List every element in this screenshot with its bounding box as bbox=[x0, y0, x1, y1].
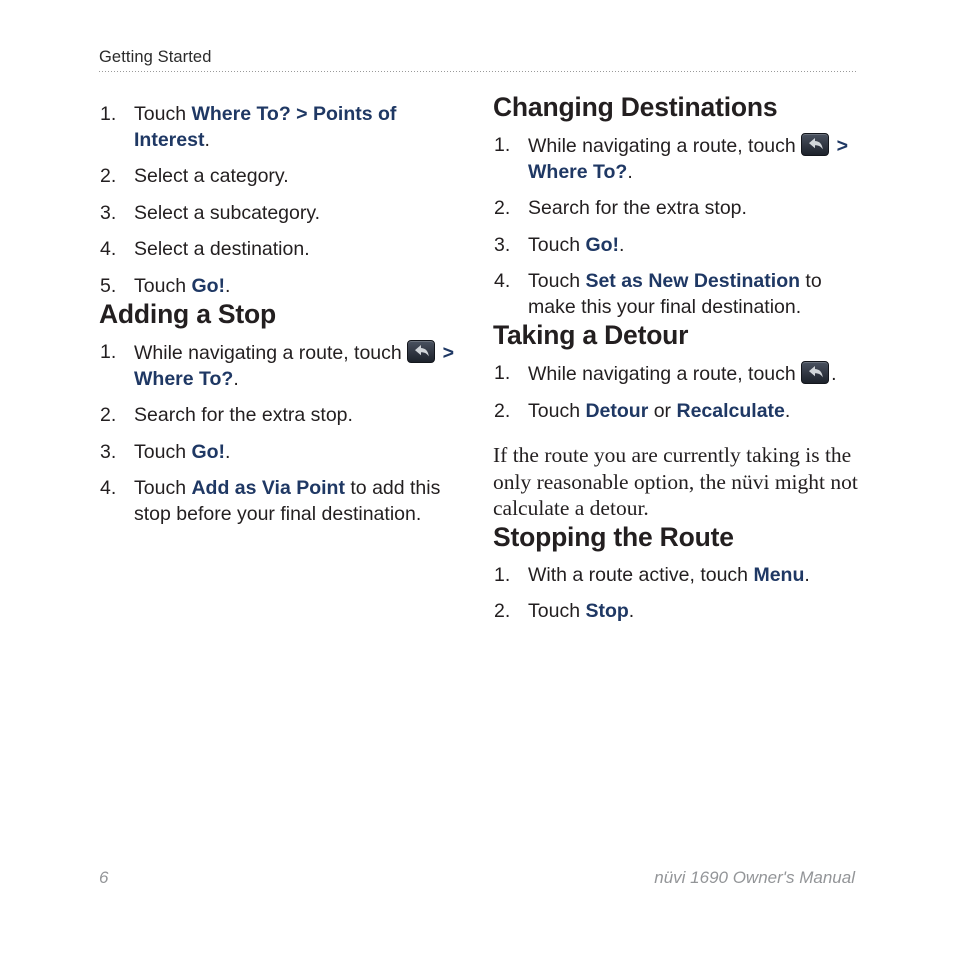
ui-label[interactable]: Where To? bbox=[528, 161, 627, 183]
step-text: Select a category. bbox=[134, 165, 289, 187]
list-item-number: 5. bbox=[100, 274, 117, 297]
ui-label[interactable]: Where To? bbox=[134, 368, 233, 390]
list-item-number: 1. bbox=[100, 341, 117, 363]
step-text: Search for the extra stop. bbox=[134, 404, 353, 426]
list-item: 4. Select a destination. bbox=[99, 237, 465, 263]
list-item-number: 3. bbox=[100, 440, 117, 463]
section-title-adding-a-stop: Adding a Stop bbox=[99, 299, 276, 329]
list-item-number: 2. bbox=[494, 197, 511, 219]
breadcrumb-separator: > bbox=[290, 103, 313, 125]
list-item: 2. Search for the extra stop. bbox=[99, 403, 465, 429]
step-text: Touch bbox=[528, 600, 586, 622]
ui-label[interactable]: Detour bbox=[585, 400, 648, 422]
step-text: . bbox=[225, 440, 231, 463]
step-text: While navigating a route, touch bbox=[528, 363, 802, 385]
back-arrow-icon bbox=[801, 133, 830, 156]
list-item: 1. While navigating a route, touch > Wher… bbox=[493, 133, 859, 185]
list-item-number: 3. bbox=[100, 201, 117, 224]
list-item: 3. Touch Go!. bbox=[99, 440, 465, 466]
step-text: . bbox=[204, 128, 210, 151]
left-column: 1. Touch Where To? > Points of Interest. 2… bbox=[99, 92, 465, 527]
taking-a-detour-steps-list: 1. While navigating a route, touch . 2. Tou… bbox=[493, 361, 859, 424]
step-text: . bbox=[628, 600, 635, 622]
list-item-number: 1. bbox=[494, 362, 511, 384]
ui-label[interactable]: Menu bbox=[753, 564, 804, 586]
back-arrow-icon bbox=[407, 340, 436, 363]
list-item-number: 2. bbox=[100, 404, 117, 426]
step-text: . bbox=[831, 363, 837, 385]
step-text: . bbox=[225, 274, 231, 297]
list-item: 4. Touch Add as Via Point to add this sto… bbox=[99, 476, 465, 527]
step-text: Touch bbox=[528, 233, 586, 256]
step-text: . bbox=[804, 563, 810, 586]
ui-label[interactable]: Stop bbox=[585, 600, 628, 622]
list-item-number: 3. bbox=[494, 233, 511, 256]
list-item-number: 2. bbox=[100, 165, 117, 187]
list-item: 1. While navigating a route, touch . bbox=[493, 361, 859, 388]
changing-destinations-steps-list: 1. While navigating a route, touch > Wher… bbox=[493, 133, 859, 320]
section-title-changing-destinations: Changing Destinations bbox=[493, 92, 778, 122]
breadcrumb-separator: > bbox=[831, 135, 848, 157]
list-item-number: 2. bbox=[494, 399, 511, 422]
step-text: or bbox=[648, 399, 677, 422]
step-text: Touch bbox=[134, 274, 192, 297]
running-header: Getting Started bbox=[99, 48, 212, 66]
detour-note-paragraph: If the route you are currently taking is… bbox=[493, 443, 858, 520]
step-text: . bbox=[627, 160, 633, 183]
manual-page: Getting Started 1. Touch Where To? > Poin… bbox=[0, 0, 954, 954]
list-item: 5. Touch Go!. bbox=[99, 274, 465, 300]
list-item: 4. Touch Set as New Destination to make t… bbox=[493, 269, 859, 320]
back-arrow-icon bbox=[801, 361, 830, 384]
header-divider bbox=[99, 71, 856, 72]
step-text: . bbox=[233, 367, 239, 390]
section-title-stopping-the-route: Stopping the Route bbox=[493, 521, 734, 552]
step-text: . bbox=[619, 233, 625, 256]
step-text: . bbox=[784, 399, 791, 422]
right-column: Changing Destinations 1. While navigating… bbox=[493, 92, 859, 625]
ui-label[interactable]: Go! bbox=[191, 275, 225, 297]
ui-label[interactable]: Recalculate bbox=[676, 400, 784, 422]
step-text: While navigating a route, touch bbox=[134, 342, 408, 364]
step-text: Touch bbox=[528, 270, 586, 292]
list-item: 2. Touch Detour or Recalculate. bbox=[493, 399, 859, 425]
list-item: 1. While navigating a route, touch > Wher… bbox=[99, 340, 465, 392]
ui-label[interactable]: Add as Via Point bbox=[191, 477, 345, 499]
list-item: 3. Touch Go!. bbox=[493, 233, 859, 259]
list-item: 2. Select a category. bbox=[99, 164, 465, 190]
list-item-number: 2. bbox=[494, 600, 511, 622]
list-item-number: 4. bbox=[494, 270, 511, 292]
step-text: While navigating a route, touch bbox=[528, 135, 802, 157]
ui-label[interactable]: Go! bbox=[585, 234, 619, 256]
adding-a-stop-steps-list: 1. While navigating a route, touch > Wher… bbox=[99, 340, 465, 527]
step-text: With a route active, touch bbox=[528, 563, 754, 586]
step-text: Touch bbox=[134, 477, 192, 499]
step-text: Search for the extra stop. bbox=[528, 197, 747, 219]
list-item: 2. Search for the extra stop. bbox=[493, 196, 859, 222]
list-item: 1. Touch Where To? > Points of Interest. bbox=[99, 102, 465, 153]
list-item-number: 1. bbox=[494, 134, 511, 156]
step-text: Touch bbox=[528, 399, 586, 422]
list-item-number: 1. bbox=[494, 563, 511, 586]
list-item-number: 4. bbox=[100, 477, 117, 499]
page-number: 6 bbox=[99, 868, 109, 887]
where-to-steps-list: 1. Touch Where To? > Points of Interest. 2… bbox=[99, 102, 465, 299]
list-item: 2. Touch Stop. bbox=[493, 599, 859, 625]
breadcrumb-separator: > bbox=[437, 342, 454, 364]
stopping-the-route-steps-list: 1. With a route active, touch Menu. 2. Touc… bbox=[493, 563, 859, 625]
step-text: Select a subcategory. bbox=[134, 201, 321, 224]
manual-title-footer: nüvi 1690 Owner's Manual bbox=[654, 868, 855, 887]
step-text: Touch bbox=[134, 440, 192, 463]
step-text: Touch bbox=[134, 103, 192, 125]
list-item-number: 1. bbox=[100, 103, 117, 125]
ui-label[interactable]: Where To? bbox=[191, 103, 290, 125]
list-item: 1. With a route active, touch Menu. bbox=[493, 563, 859, 589]
section-title-taking-a-detour: Taking a Detour bbox=[493, 320, 689, 350]
ui-label[interactable]: Go! bbox=[191, 441, 225, 463]
step-text: Select a destination. bbox=[134, 238, 310, 260]
list-item: 3. Select a subcategory. bbox=[99, 201, 465, 227]
ui-label[interactable]: Set as New Destination bbox=[585, 270, 800, 292]
list-item-number: 4. bbox=[100, 238, 117, 260]
